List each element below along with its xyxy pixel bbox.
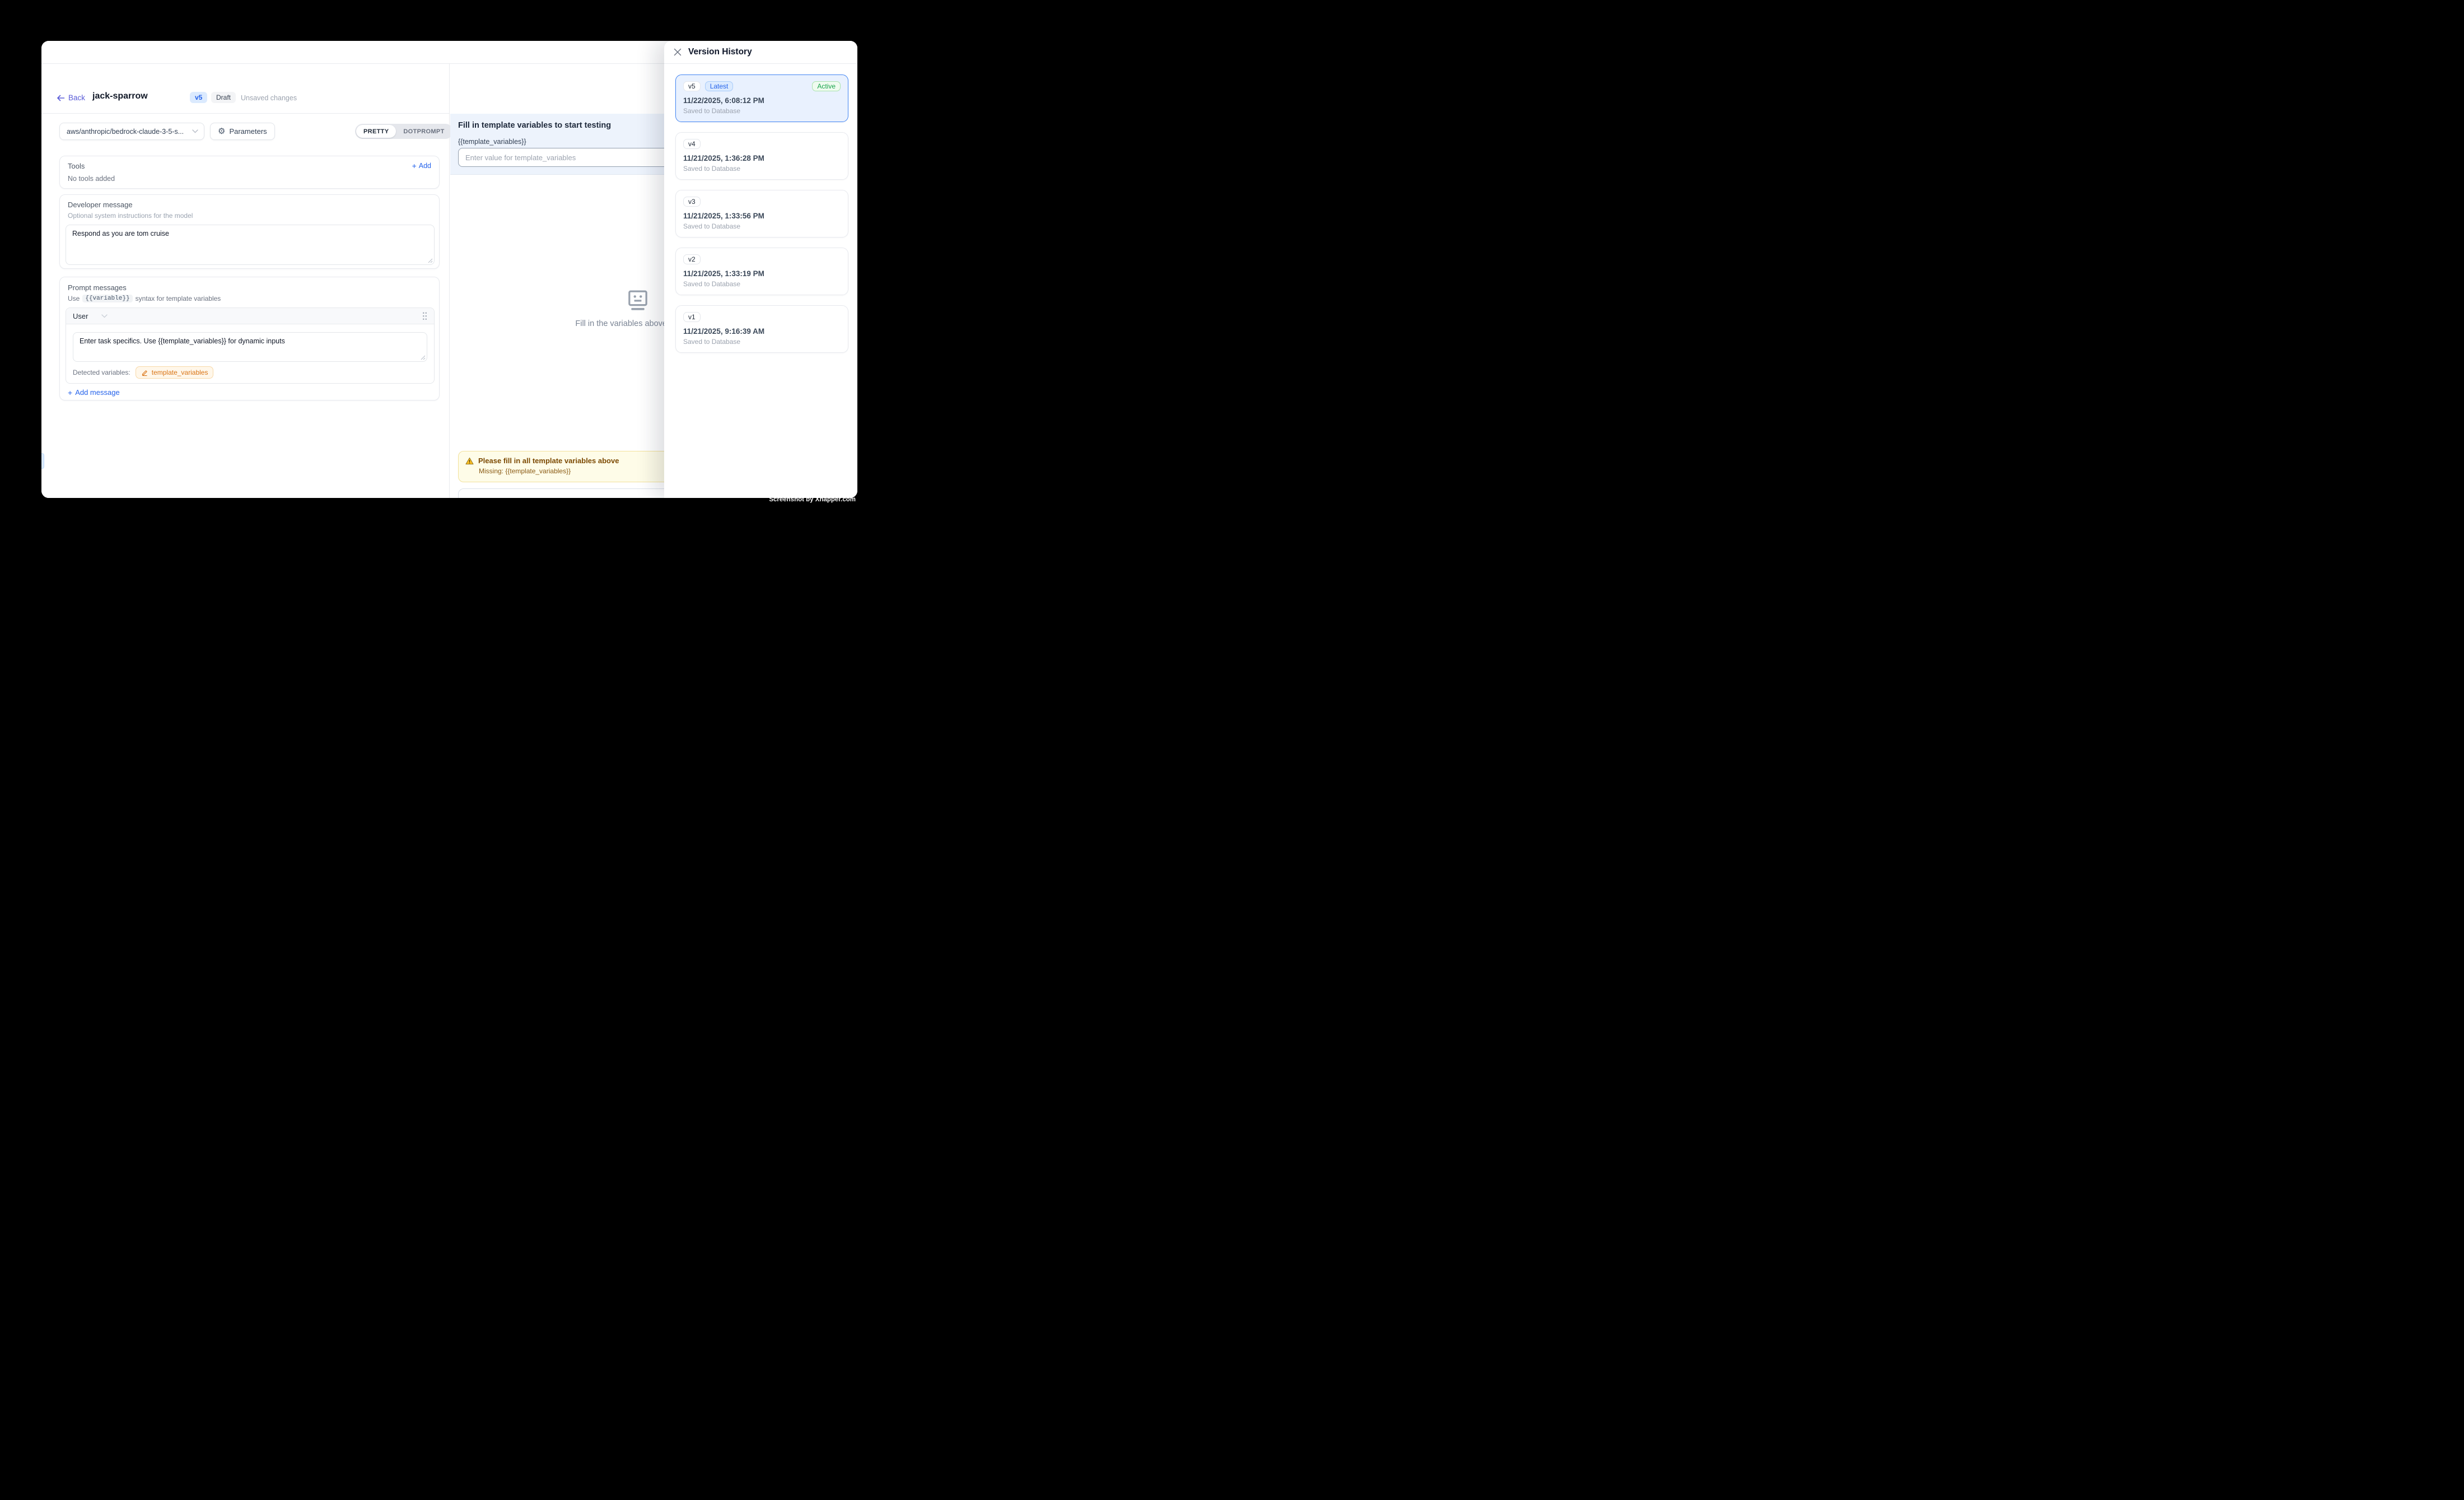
version-card-v4[interactable]: v4 11/21/2025, 1:36:28 PM Saved to Datab… [675, 132, 848, 180]
warning-triangle-icon [465, 457, 474, 465]
version-history-header: Version History [664, 41, 857, 64]
use-suffix: syntax for template variables [136, 295, 221, 302]
back-arrow-icon [57, 95, 65, 101]
use-prefix: Use [68, 295, 80, 302]
template-variable-label: {{template_variables}} [458, 138, 526, 146]
prompt-messages-subtitle: Use {{variable}} syntax for template var… [68, 295, 221, 302]
add-message-button[interactable]: + Add message [68, 388, 120, 397]
detected-variables-row: Detected variables: template_variables [73, 366, 213, 379]
parameters-button[interactable]: ⚙ Parameters [210, 123, 275, 140]
version-card-v2[interactable]: v2 11/21/2025, 1:33:19 PM Saved to Datab… [675, 248, 848, 295]
version-list: v5 Latest Active 11/22/2025, 6:08:12 PM … [664, 64, 857, 498]
add-tool-label: Add [419, 162, 431, 170]
detected-variable-name: template_variables [152, 369, 208, 376]
version-timestamp: 11/21/2025, 1:33:19 PM [683, 269, 841, 278]
version-card-v5[interactable]: v5 Latest Active 11/22/2025, 6:08:12 PM … [675, 74, 848, 122]
detected-variable-chip[interactable]: template_variables [136, 366, 214, 379]
plus-icon: + [68, 389, 72, 397]
prompt-messages-section: Prompt messages Use {{variable}} syntax … [59, 277, 440, 400]
tools-section: Tools + Add No tools added [59, 156, 440, 189]
version-history-title: Version History [688, 47, 752, 57]
tools-title: Tools [68, 162, 85, 170]
warning-title: Please fill in all template variables ab… [478, 456, 619, 465]
tools-empty-text: No tools added [68, 175, 115, 183]
detected-variables-label: Detected variables: [73, 369, 130, 376]
version-timestamp: 11/21/2025, 1:33:56 PM [683, 212, 841, 220]
add-tool-button[interactable]: + Add [412, 162, 431, 170]
version-timestamp: 11/21/2025, 1:36:28 PM [683, 154, 841, 162]
role-select[interactable]: User [73, 312, 108, 320]
version-card-v3[interactable]: v3 11/21/2025, 1:33:56 PM Saved to Datab… [675, 190, 848, 237]
back-label: Back [68, 94, 85, 102]
developer-message-title: Developer message [68, 201, 133, 209]
status-badge: Draft [211, 92, 236, 103]
prompt-subheader: Back jack-sparrow v5 Draft Unsaved chang… [41, 64, 449, 114]
version-number-badge: v4 [683, 139, 701, 149]
app-window: Back jack-sparrow v5 Draft Unsaved chang… [41, 41, 857, 498]
prompt-editor-panel: Back jack-sparrow v5 Draft Unsaved chang… [41, 64, 450, 498]
chevron-down-icon [192, 129, 198, 133]
banner-title: Fill in template variables to start test… [458, 121, 611, 130]
version-status: Saved to Database [683, 338, 841, 346]
version-badge: v5 [190, 92, 207, 103]
close-icon[interactable] [674, 48, 682, 56]
parameters-label: Parameters [229, 127, 267, 136]
latest-badge: Latest [705, 81, 734, 91]
version-status: Saved to Database [683, 107, 841, 115]
prompt-messages-title: Prompt messages [68, 283, 127, 292]
developer-message-input[interactable]: Respond as you are tom cruise [66, 225, 435, 265]
version-history-panel: Version History v5 Latest Active 11/22/2… [664, 41, 857, 498]
robot-face-icon [626, 290, 650, 311]
add-message-label: Add message [75, 388, 120, 397]
prompt-message-field-wrap: Enter task specifics. Use {{template_var… [73, 332, 427, 362]
model-selector-value: aws/anthropic/bedrock-claude-3-5-s... [67, 128, 192, 136]
developer-message-section: Developer message Optional system instru… [59, 194, 440, 269]
version-status: Saved to Database [683, 222, 841, 230]
version-card-v1[interactable]: v1 11/21/2025, 9:16:39 AM Saved to Datab… [675, 305, 848, 353]
version-timestamp: 11/22/2025, 6:08:12 PM [683, 96, 841, 105]
back-button[interactable]: Back [57, 94, 85, 102]
drag-handle-icon[interactable] [422, 311, 427, 320]
version-number-badge: v5 [683, 81, 701, 91]
screenshot-stage: Back jack-sparrow v5 Draft Unsaved chang… [0, 0, 896, 546]
pencil-icon [141, 369, 148, 376]
prompt-message-header: User [66, 308, 434, 324]
version-status: Saved to Database [683, 165, 841, 173]
version-status: Saved to Database [683, 280, 841, 288]
developer-message-subtitle: Optional system instructions for the mod… [68, 212, 193, 220]
active-badge: Active [812, 81, 841, 91]
version-number-badge: v2 [683, 254, 701, 264]
developer-message-field-wrap: Respond as you are tom cruise [66, 225, 435, 265]
unsaved-changes-label: Unsaved changes [241, 94, 297, 102]
toggle-pretty[interactable]: PRETTY [356, 125, 396, 138]
prompt-message-block: User Enter task specifics. Use {{templat… [66, 308, 435, 384]
model-selector[interactable]: aws/anthropic/bedrock-claude-3-5-s... [59, 123, 204, 140]
prompt-message-input[interactable]: Enter task specifics. Use {{template_var… [73, 332, 427, 362]
toggle-dotprompt[interactable]: DOTPROMPT [396, 125, 451, 138]
variable-syntax-chip: {{variable}} [82, 295, 132, 302]
partial-offscreen-element [41, 453, 44, 469]
version-number-badge: v3 [683, 197, 701, 207]
gear-icon: ⚙ [218, 127, 225, 136]
role-value: User [73, 312, 88, 320]
version-number-badge: v1 [683, 312, 701, 322]
page-title: jack-sparrow [92, 91, 148, 101]
version-timestamp: 11/21/2025, 9:16:39 AM [683, 327, 841, 336]
chevron-down-icon [101, 314, 108, 318]
format-toggle: PRETTY DOTPROMPT [355, 124, 453, 139]
plus-icon: + [412, 162, 417, 170]
